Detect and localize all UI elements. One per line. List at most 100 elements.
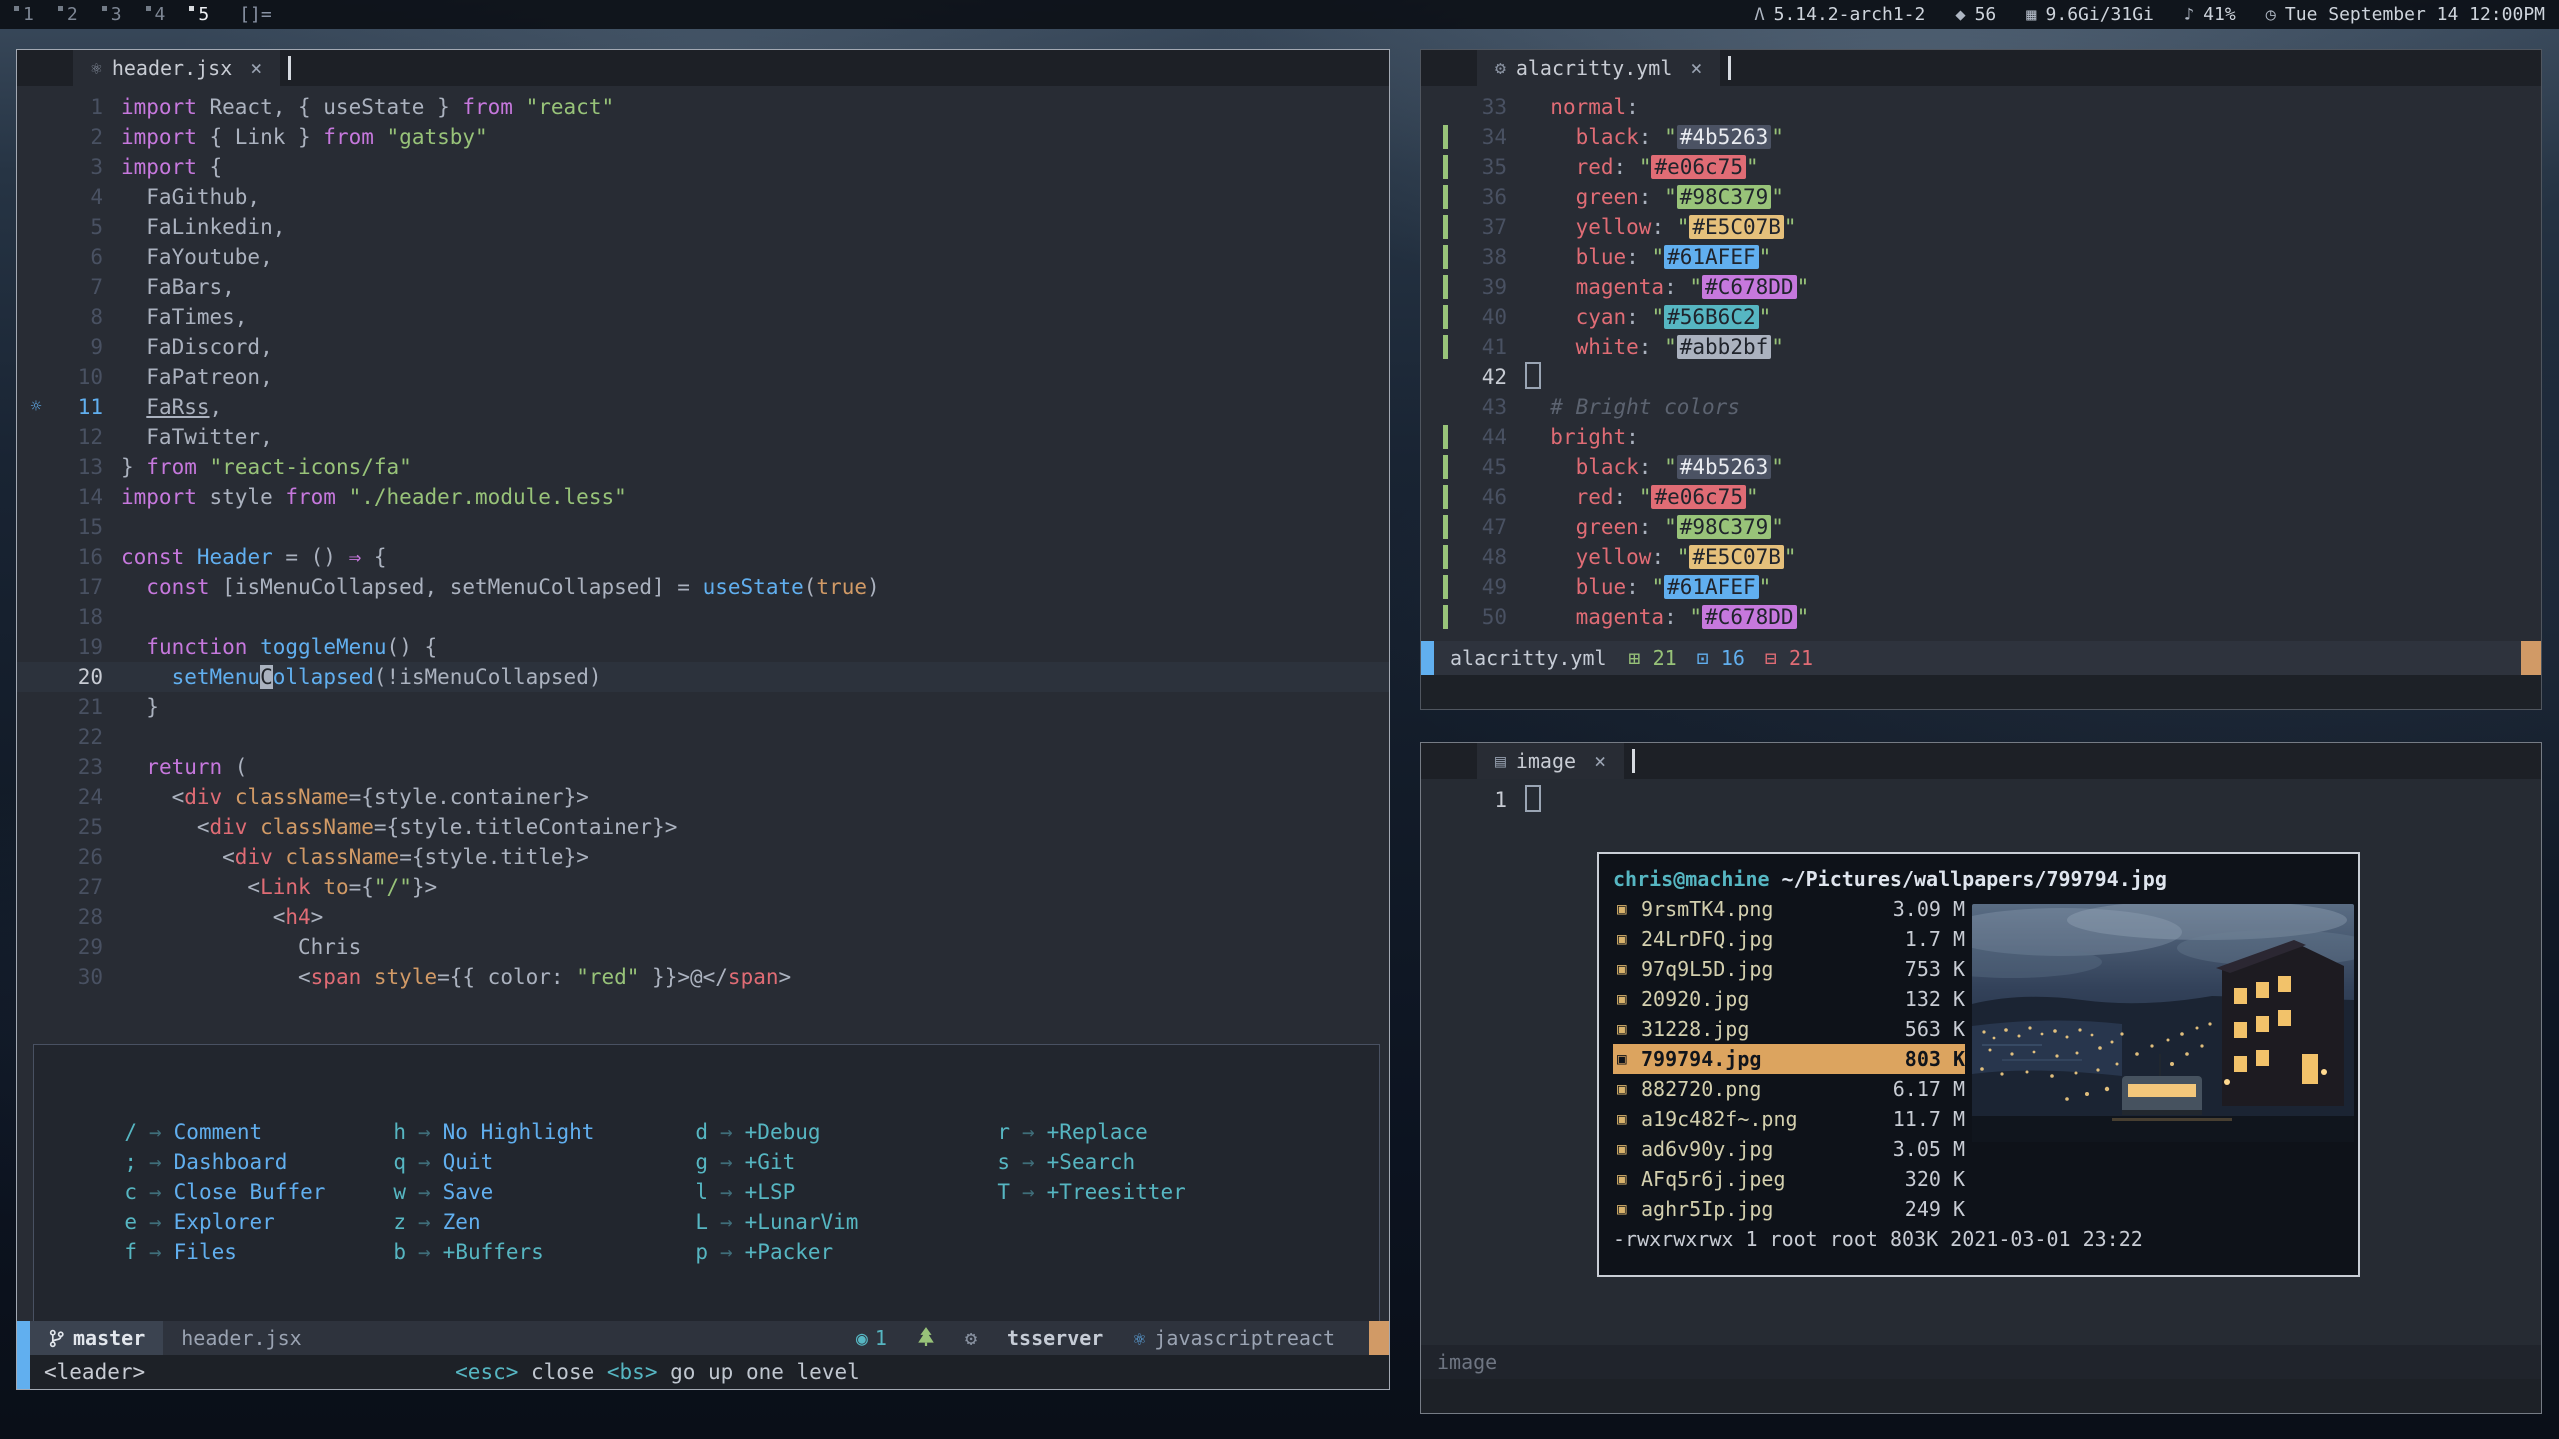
code-line[interactable]: 36 green: "#98C379" (1421, 182, 2541, 212)
whichkey-item[interactable]: ;→Dashboard (124, 1147, 325, 1177)
whichkey-item[interactable]: h→No Highlight (393, 1117, 594, 1147)
code-line[interactable]: 9 FaDiscord, (17, 332, 1389, 362)
status-memory[interactable]: ▦9.6Gi/31Gi (2026, 4, 2154, 25)
workspace-1[interactable]: 1 (14, 4, 34, 25)
code-line[interactable]: 50 magenta: "#C678DD" (1421, 602, 2541, 632)
code-line[interactable]: 15 (17, 512, 1389, 542)
code-line[interactable]: 5 FaLinkedin, (17, 212, 1389, 242)
tab-image[interactable]: ▤ image × (1477, 743, 1624, 779)
code-line[interactable]: 48 yellow: "#E5C07B" (1421, 542, 2541, 572)
whichkey-item[interactable]: r→+Replace (997, 1117, 1186, 1147)
code-line[interactable]: 26 <div className={style.title}> (17, 842, 1389, 872)
code-line[interactable]: 29 Chris (17, 932, 1389, 962)
whichkey-item[interactable]: w→Save (393, 1177, 594, 1207)
code-line[interactable]: 17 const [isMenuCollapsed, setMenuCollap… (17, 572, 1389, 602)
tab-header-jsx[interactable]: ⚛ header.jsx × (73, 50, 280, 86)
whichkey-item[interactable]: T→+Treesitter (997, 1177, 1186, 1207)
code-line[interactable]: 28 <h4> (17, 902, 1389, 932)
close-icon[interactable]: × (1594, 749, 1606, 773)
whichkey-item[interactable]: g→+Git (695, 1147, 858, 1177)
status-packages[interactable]: ◆56 (1955, 4, 1996, 25)
code-line[interactable]: 41 white: "#abb2bf" (1421, 332, 2541, 362)
code-line[interactable]: 1 (1421, 785, 2541, 815)
file-row[interactable]: ▣a19c482f~.png11.7 M (1613, 1104, 1965, 1134)
git-branch[interactable]: master (30, 1321, 163, 1355)
whichkey-item[interactable]: b→+Buffers (393, 1237, 594, 1267)
code-line[interactable]: 49 blue: "#61AFEF" (1421, 572, 2541, 602)
code-line[interactable]: 23 return ( (17, 752, 1389, 782)
code-line[interactable]: 7 FaBars, (17, 272, 1389, 302)
status-kernel[interactable]: Λ5.14.2-arch1-2 (1754, 4, 1925, 25)
file-row[interactable]: ▣24LrDFQ.jpg1.7 M (1613, 924, 1965, 954)
whichkey-item[interactable]: e→Explorer (124, 1207, 325, 1237)
command-line[interactable]: <leader> <esc> close <bs> go up one leve… (17, 1355, 1389, 1389)
code-line[interactable]: 38 blue: "#61AFEF" (1421, 242, 2541, 272)
code-line[interactable]: 37 yellow: "#E5C07B" (1421, 212, 2541, 242)
code-line[interactable]: 12 FaTwitter, (17, 422, 1389, 452)
command-line[interactable] (1421, 675, 2541, 709)
workspace-5[interactable]: 5 (189, 4, 209, 25)
whichkey-item[interactable]: f→Files (124, 1237, 325, 1267)
whichkey-item[interactable]: /→Comment (124, 1117, 325, 1147)
code-line[interactable]: 34 black: "#4b5263" (1421, 122, 2541, 152)
file-row[interactable]: ▣799794.jpg803 K (1613, 1044, 1965, 1074)
whichkey-item[interactable]: d→+Debug (695, 1117, 858, 1147)
whichkey-item[interactable]: s→+Search (997, 1147, 1186, 1177)
status-clock[interactable]: ◷Tue September 14 12:00PM (2266, 4, 2545, 25)
layout-indicator[interactable]: []= (239, 4, 272, 25)
floating-terminal[interactable]: chris@machine ~/Pictures/wallpapers/7997… (1597, 852, 2360, 1277)
code-line[interactable]: 33 normal: (1421, 92, 2541, 122)
whichkey-item[interactable]: c→Close Buffer (124, 1177, 325, 1207)
whichkey-item[interactable]: p→+Packer (695, 1237, 858, 1267)
code-line[interactable]: 24 <div className={style.container}> (17, 782, 1389, 812)
code-line[interactable]: 39 magenta: "#C678DD" (1421, 272, 2541, 302)
code-line[interactable]: 43 # Bright colors (1421, 392, 2541, 422)
status-volume[interactable]: ♪41% (2184, 4, 2236, 25)
code-line[interactable]: 1import React, { useState } from "react" (17, 92, 1389, 122)
code-line[interactable]: 6 FaYoutube, (17, 242, 1389, 272)
workspace-4[interactable]: 4 (146, 4, 166, 25)
file-row[interactable]: ▣ad6v90y.jpg3.05 M (1613, 1134, 1965, 1164)
whichkey-item[interactable]: q→Quit (393, 1147, 594, 1177)
close-icon[interactable]: × (250, 56, 262, 80)
code-line[interactable]: 20 setMenuCollapsed(!isMenuCollapsed) (17, 662, 1389, 692)
code-line[interactable]: 25 <div className={style.titleContainer}… (17, 812, 1389, 842)
code-line[interactable]: 35 red: "#e06c75" (1421, 152, 2541, 182)
code-line[interactable]: 13} from "react-icons/fa" (17, 452, 1389, 482)
code-line[interactable]: 14import style from "./header.module.les… (17, 482, 1389, 512)
file-row[interactable]: ▣20920.jpg132 K (1613, 984, 1965, 1014)
file-row[interactable]: ▣9rsmTK4.png3.09 M (1613, 894, 1965, 924)
workspace-2[interactable]: 2 (58, 4, 78, 25)
code-line[interactable]: 3import { (17, 152, 1389, 182)
code-line[interactable]: 22 (17, 722, 1389, 752)
code-line[interactable]: 30 <span style={{ color: "red" }}>@</spa… (17, 962, 1389, 992)
code-line[interactable]: 27 <Link to={"/"}> (17, 872, 1389, 902)
file-row[interactable]: ▣882720.png6.17 M (1613, 1074, 1965, 1104)
code-line[interactable]: 2import { Link } from "gatsby" (17, 122, 1389, 152)
tab-alacritty-yml[interactable]: ⚙ alacritty.yml × (1477, 50, 1720, 86)
code-line[interactable]: 8 FaTimes, (17, 302, 1389, 332)
code-line[interactable]: 19 function toggleMenu() { (17, 632, 1389, 662)
file-row[interactable]: ▣AFq5r6j.jpeg320 K (1613, 1164, 1965, 1194)
file-row[interactable]: ▣97q9L5D.jpg753 K (1613, 954, 1965, 984)
file-row[interactable]: ▣aghr5Ip.jpg249 K (1613, 1194, 1965, 1224)
command-line[interactable] (1421, 1379, 2541, 1413)
code-line[interactable]: 4 FaGithub, (17, 182, 1389, 212)
code-line[interactable]: 47 green: "#98C379" (1421, 512, 2541, 542)
code-line[interactable]: 21 } (17, 692, 1389, 722)
whichkey-item[interactable]: L→+LunarVim (695, 1207, 858, 1237)
close-icon[interactable]: × (1690, 56, 1702, 80)
workspace-3[interactable]: 3 (102, 4, 122, 25)
file-row[interactable]: ▣31228.jpg563 K (1613, 1014, 1965, 1044)
code-line[interactable]: 10 FaPatreon, (17, 362, 1389, 392)
code-line[interactable]: 46 red: "#e06c75" (1421, 482, 2541, 512)
code-line[interactable]: 42 (1421, 362, 2541, 392)
code-line[interactable]: ☼11 FaRss, (17, 392, 1389, 422)
code-line[interactable]: 44 bright: (1421, 422, 2541, 452)
code-line[interactable]: 16const Header = () ⇒ { (17, 542, 1389, 572)
code-line[interactable]: 45 black: "#4b5263" (1421, 452, 2541, 482)
code-line[interactable]: 18 (17, 602, 1389, 632)
whichkey-item[interactable]: l→+LSP (695, 1177, 858, 1207)
whichkey-item[interactable]: z→Zen (393, 1207, 594, 1237)
code-line[interactable]: 40 cyan: "#56B6C2" (1421, 302, 2541, 332)
